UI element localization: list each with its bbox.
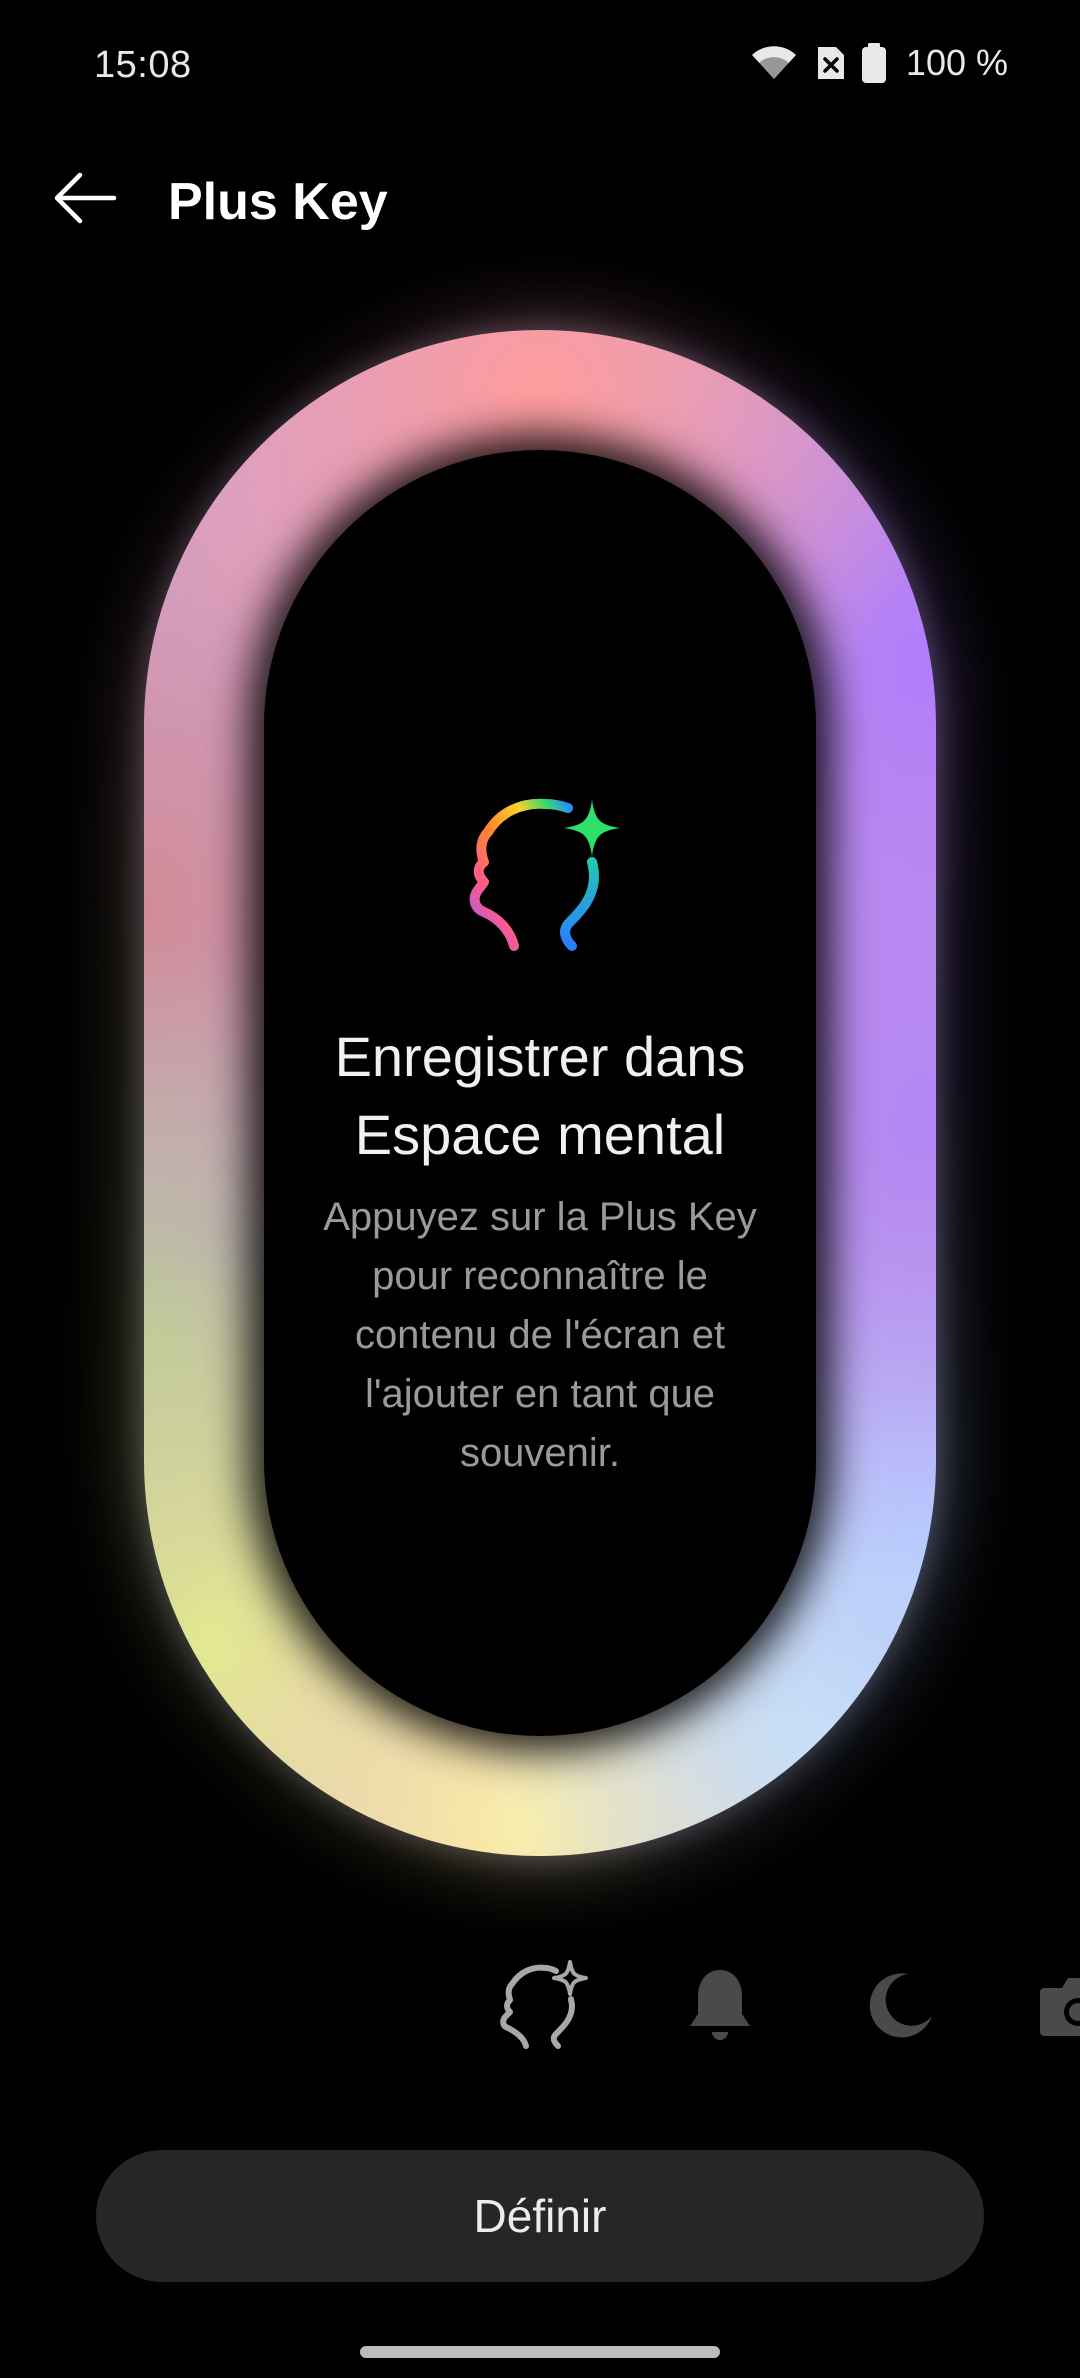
feature-description: Appuyez sur la Plus Key pour reconnaître…: [323, 1195, 757, 1475]
mode-mind-space[interactable]: [492, 1958, 588, 2059]
moon-icon: [864, 1970, 936, 2047]
feature-title-line2: Espace mental: [354, 1103, 726, 1166]
bell-icon: [684, 1966, 756, 2051]
feature-title: Enregistrer dans Espace mental: [264, 1018, 816, 1174]
no-sim-icon: [814, 43, 846, 83]
mind-space-icon: [492, 1958, 588, 2059]
back-button[interactable]: [40, 162, 130, 238]
status-time: 15:08: [94, 44, 192, 86]
status-icons: 100 %: [748, 42, 1008, 84]
set-button[interactable]: Définir: [96, 2150, 984, 2282]
mind-space-icon: [450, 780, 630, 960]
battery-percentage: 100 %: [905, 42, 1008, 83]
page-title: Plus Key: [168, 173, 388, 231]
status-bar: 15:08 100 %: [0, 0, 1080, 140]
mode-notification[interactable]: [672, 1960, 768, 2056]
arrow-left-icon: [52, 170, 118, 231]
mode-do-not-disturb[interactable]: [852, 1960, 948, 2056]
feature-title-line1: Enregistrer dans: [334, 1025, 746, 1088]
app-header: Plus Key: [0, 150, 1080, 250]
wifi-icon: [748, 43, 800, 83]
mode-camera[interactable]: [1030, 1960, 1080, 2056]
home-indicator[interactable]: [360, 2346, 720, 2358]
camera-icon: [1038, 1970, 1080, 2047]
battery-icon: [860, 42, 888, 84]
